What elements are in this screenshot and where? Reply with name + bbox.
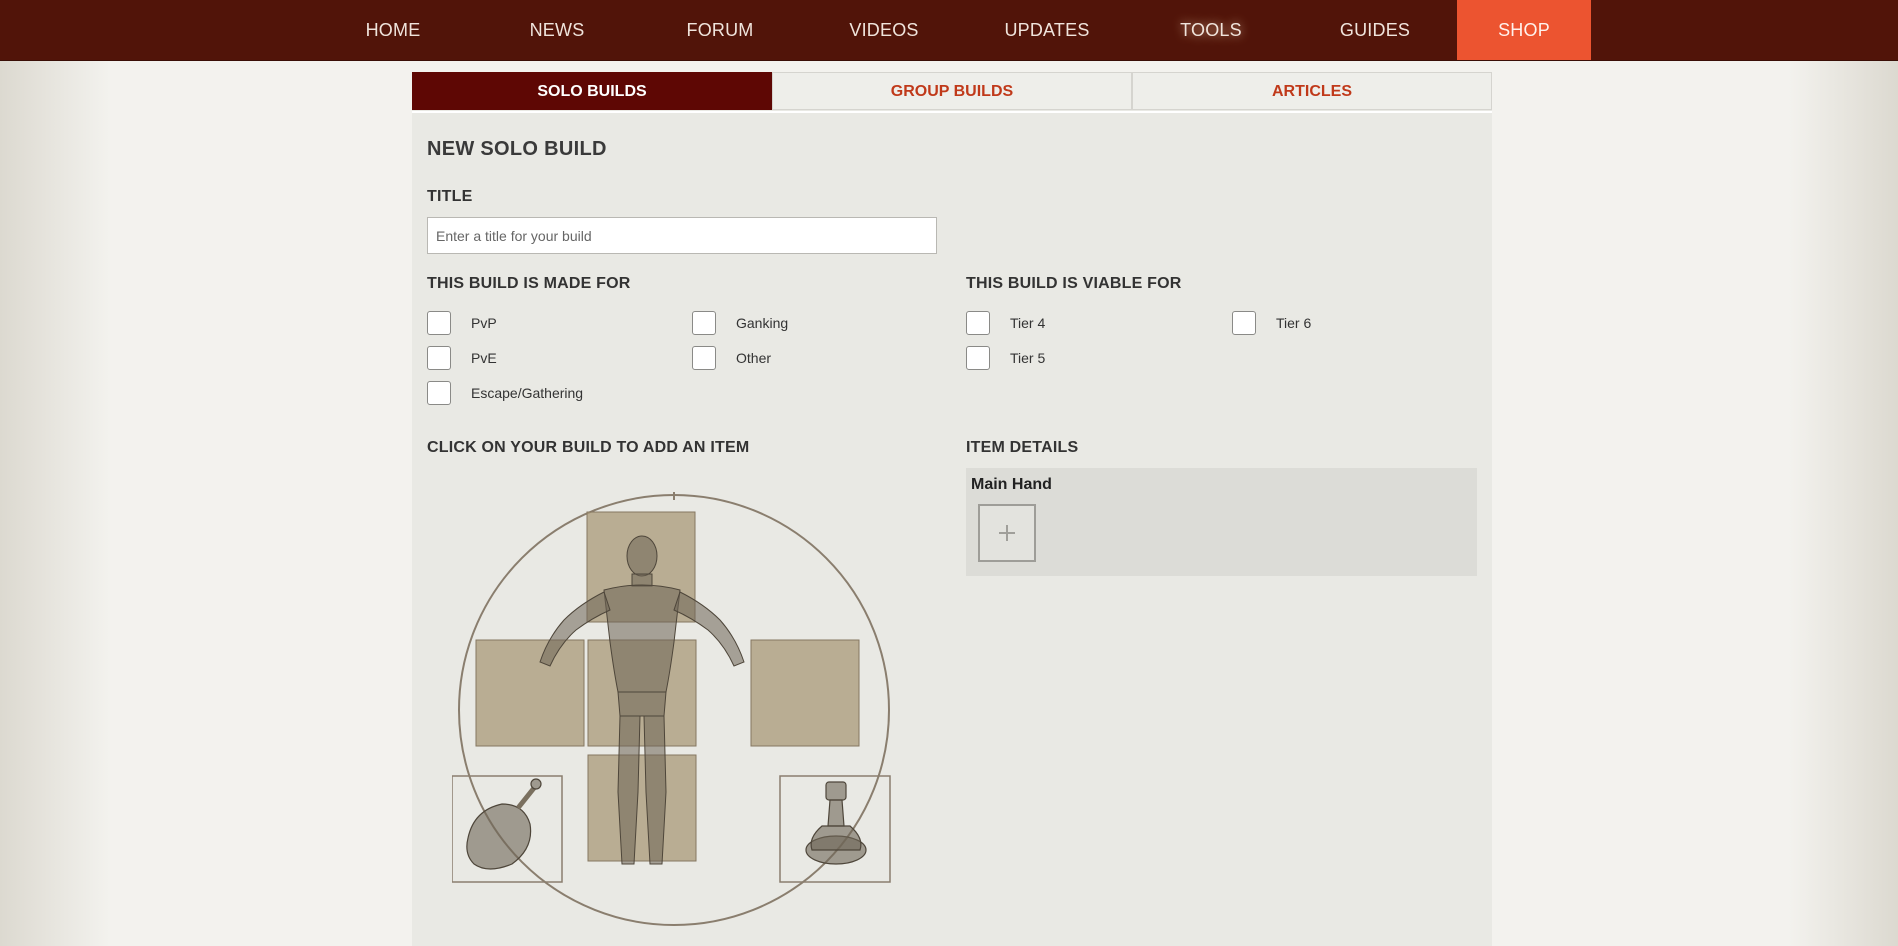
checkbox[interactable]	[1232, 311, 1256, 335]
option-label: Other	[736, 350, 772, 366]
page-edge-right	[1788, 0, 1898, 946]
character-paperdoll	[452, 492, 891, 926]
checkbox[interactable]	[427, 381, 451, 405]
made-for-option-pvp[interactable]: PvP	[427, 311, 497, 335]
made-for-option-pve[interactable]: PvE	[427, 346, 497, 370]
add-item-button[interactable]	[978, 504, 1036, 562]
nav-tools[interactable]: TOOLS	[1164, 0, 1258, 60]
build-tabs: SOLO BUILDS GROUP BUILDS ARTICLES	[412, 72, 1492, 113]
checkbox[interactable]	[692, 311, 716, 335]
option-label: Tier 4	[1010, 315, 1046, 331]
nav-forum[interactable]: FORUM	[670, 0, 770, 60]
tab-solo-builds[interactable]: SOLO BUILDS	[412, 72, 772, 110]
page-edge-left	[0, 0, 110, 946]
food-ham-icon	[466, 778, 542, 870]
main-hand-slot[interactable]	[475, 639, 585, 747]
option-label: Tier 5	[1010, 350, 1046, 366]
plus-icon	[999, 525, 1015, 541]
tabs-divider	[412, 111, 1492, 113]
page-title: NEW SOLO BUILD	[427, 138, 607, 160]
click-to-add-label: CLICK ON YOUR BUILD TO ADD AN ITEM	[427, 439, 750, 456]
made-for-option-ganking[interactable]: Ganking	[692, 311, 788, 335]
nav-shop[interactable]: SHOP	[1457, 0, 1591, 60]
option-label: Ganking	[736, 315, 789, 331]
viable-for-option-tier-6[interactable]: Tier 6	[1232, 311, 1311, 335]
nav-updates[interactable]: UPDATES	[997, 0, 1097, 60]
selected-slot-name: Main Hand	[971, 476, 1052, 493]
nav-guides[interactable]: GUIDES	[1328, 0, 1422, 60]
viable-for-option-tier-4[interactable]: Tier 4	[966, 311, 1045, 335]
option-label: Escape/Gathering	[471, 385, 584, 401]
viable-for-option-tier-5[interactable]: Tier 5	[966, 346, 1045, 370]
tab-articles[interactable]: ARTICLES	[1132, 72, 1492, 110]
nav-home[interactable]: HOME	[346, 0, 440, 60]
option-label: PvE	[471, 350, 497, 366]
nav-videos[interactable]: VIDEOS	[836, 0, 932, 60]
checkbox[interactable]	[966, 346, 990, 370]
viable-for-label: THIS BUILD IS VIABLE FOR	[966, 275, 1182, 292]
made-for-option-other[interactable]: Other	[692, 346, 771, 370]
checkbox[interactable]	[966, 311, 990, 335]
top-navigation: HOME NEWS FORUM VIDEOS UPDATES TOOLS GUI…	[0, 0, 1898, 61]
item-details-label: ITEM DETAILS	[966, 439, 1079, 456]
shoes-slot[interactable]	[587, 754, 697, 862]
made-for-label: THIS BUILD IS MADE FOR	[427, 275, 631, 292]
off-hand-slot[interactable]	[750, 639, 860, 747]
tab-group-builds[interactable]: GROUP BUILDS	[772, 72, 1132, 110]
checkbox[interactable]	[427, 346, 451, 370]
nav-news[interactable]: NEWS	[510, 0, 604, 60]
made-for-option-escape-gathering[interactable]: Escape/Gathering	[427, 381, 583, 405]
title-label: TITLE	[427, 188, 473, 205]
checkbox[interactable]	[692, 346, 716, 370]
item-details-panel: Main Hand	[966, 468, 1477, 576]
option-label: PvP	[471, 315, 497, 331]
option-label: Tier 6	[1276, 315, 1312, 331]
checkbox[interactable]	[427, 311, 451, 335]
build-title-input[interactable]	[427, 217, 937, 254]
build-editor-panel: SOLO BUILDS GROUP BUILDS ARTICLES NEW SO…	[412, 72, 1492, 946]
